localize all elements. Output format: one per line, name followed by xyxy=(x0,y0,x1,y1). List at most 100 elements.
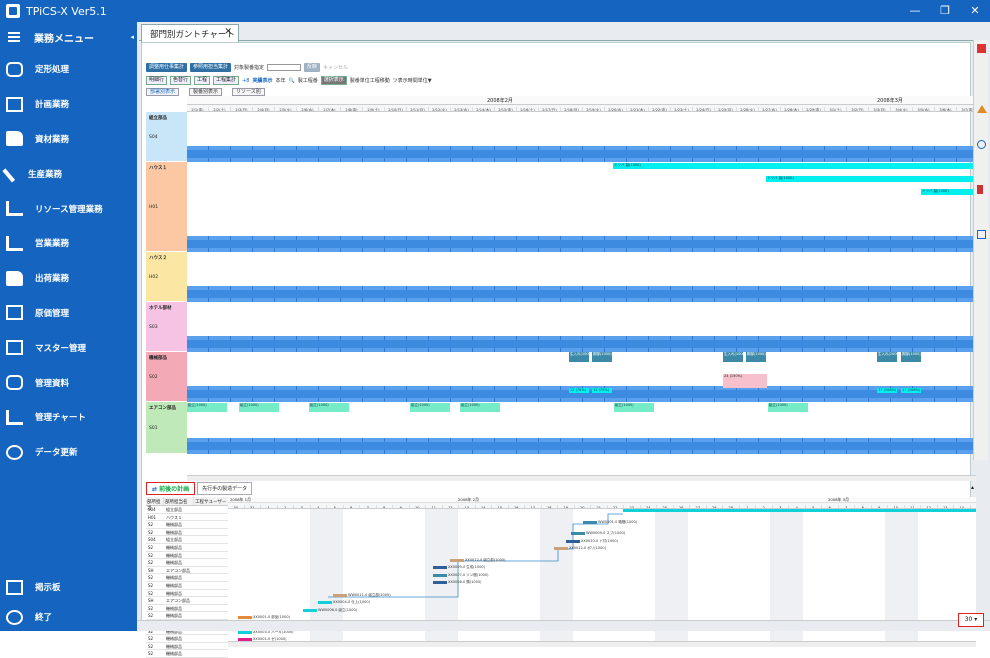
lower-row[interactable]: S2 機械部品 xyxy=(146,605,228,613)
hamburger-icon[interactable] xyxy=(8,32,20,42)
gantt-task[interactable]: ミツバ 製(1000) xyxy=(613,163,973,169)
lower-hscroll[interactable] xyxy=(228,641,976,647)
gantt-task[interactable]: 組立(1000) xyxy=(239,403,279,412)
search-icon[interactable] xyxy=(977,140,986,149)
lower-row[interactable]: S2 機械部品 xyxy=(146,529,228,537)
pin-icon[interactable] xyxy=(977,44,986,53)
sidebar-collapse-icon[interactable]: ◂ xyxy=(130,33,134,41)
plan-task-bar[interactable] xyxy=(303,609,317,612)
plan-task-bar[interactable] xyxy=(238,616,252,619)
sidebar-item[interactable]: マスター管理 xyxy=(0,330,137,365)
gantt-task[interactable]: 組立(1000) xyxy=(614,403,654,412)
zoom-icon[interactable]: 🔍 xyxy=(288,78,294,84)
sidebar-item[interactable]: 生産業務 xyxy=(0,156,137,191)
selection-display-button[interactable]: 選択表示 xyxy=(320,76,347,85)
move-process-button[interactable]: 製番単位工程移動 xyxy=(350,77,390,84)
subtab-serial[interactable]: 製番別表示 xyxy=(189,88,223,96)
gantt-task[interactable]: 脚部(1000) xyxy=(746,352,766,362)
gantt-task[interactable]: 組立(1000) xyxy=(768,403,808,412)
gantt-task[interactable]: ミツバ 製(1000) xyxy=(766,176,976,182)
sidebar-item[interactable]: 管理資料 xyxy=(0,365,137,400)
plan-task-bar[interactable] xyxy=(433,566,447,569)
gantt-task[interactable]: 脚部(1000) xyxy=(901,352,921,362)
warning-icon[interactable] xyxy=(977,105,987,113)
flag-icon[interactable] xyxy=(977,185,983,194)
sidebar-item-board[interactable]: 掲示板 xyxy=(0,572,137,602)
sidebar-item[interactable]: 計画業務 xyxy=(0,87,137,122)
plan-task-bar[interactable] xyxy=(450,559,464,562)
lower-row[interactable]: S2 機械部品 xyxy=(146,612,228,620)
sidebar-item[interactable]: リソース管理業務 xyxy=(0,191,137,226)
gantt-task[interactable]: 17 (106%) xyxy=(877,388,897,393)
lower-row[interactable]: S2 機械部品 xyxy=(146,635,228,643)
sidebar-item[interactable]: 原価管理 xyxy=(0,296,137,331)
plan-task-bar[interactable] xyxy=(433,581,447,584)
lower-row[interactable]: S2 機械部品 xyxy=(146,650,228,658)
gantt-task[interactable]: 24 (150%) xyxy=(723,374,767,388)
sidebar-item[interactable]: 出荷業務 xyxy=(0,261,137,296)
subtab-resource[interactable]: リソース別 xyxy=(232,88,265,96)
gantt-task[interactable]: 17 (106%) xyxy=(901,388,921,393)
gantt-task[interactable]: 12 (75%) xyxy=(569,388,589,393)
gantt-task[interactable]: 生入れ(1000) xyxy=(569,352,589,362)
sidebar-item-exit[interactable]: 終了 xyxy=(0,602,137,632)
lower-row[interactable]: SH エアコン部品 xyxy=(146,567,228,575)
gantt-task[interactable]: 12 (75%) xyxy=(592,388,612,393)
color-row-button[interactable]: 色替行 xyxy=(170,76,192,85)
detail-row-button[interactable]: 明細行 xyxy=(146,76,168,85)
tab-predecessor-data[interactable]: 先行手の製造データ xyxy=(197,481,253,495)
time-unit-dropdown[interactable]: ツ表示時間単位▼ xyxy=(393,77,432,84)
gantt-task[interactable]: 組立(1000) xyxy=(187,403,227,412)
maximize-button[interactable]: ❐ xyxy=(930,0,960,22)
sidebar-item[interactable]: 営業業務 xyxy=(0,226,137,261)
target-input[interactable] xyxy=(267,64,302,71)
zoom-select[interactable]: 30 ▾ xyxy=(958,613,984,627)
lower-row[interactable]: S2 機械部品 xyxy=(146,552,228,560)
tab-close-icon[interactable]: ✕ xyxy=(224,27,232,37)
lower-row[interactable]: SH エアコン部品 xyxy=(146,597,228,605)
gantt-task[interactable]: 生入れ(1000) xyxy=(877,352,897,362)
process-button[interactable]: 工程 xyxy=(194,76,211,85)
sidebar-item[interactable]: データ更新 xyxy=(0,435,137,470)
plan-task-bar[interactable] xyxy=(571,532,585,535)
gantt-task[interactable]: 生入れ(1000) xyxy=(723,352,743,362)
lower-row[interactable]: S2 機械部品 xyxy=(146,544,228,552)
process-summary-button[interactable]: 工程集計 xyxy=(213,76,240,85)
close-window-button[interactable]: ✕ xyxy=(960,0,990,22)
gantt-task[interactable]: 組立(1000) xyxy=(460,403,500,412)
gantt-task[interactable]: 脚部(1000) xyxy=(592,352,612,362)
plan-task-bar[interactable] xyxy=(318,601,332,604)
lower-row[interactable]: S2 機械部品 xyxy=(146,590,228,598)
plan-task-bar[interactable] xyxy=(566,540,580,543)
subtab-department[interactable]: 部署別表示 xyxy=(146,88,180,96)
tab-gantt[interactable]: 部門別ガントチャート ✕ xyxy=(141,24,239,42)
lower-row[interactable]: S04 組立部品 xyxy=(146,536,228,544)
gantt-task[interactable]: 組立(1000) xyxy=(410,403,450,412)
serial-process-button[interactable]: 製工程番 xyxy=(298,77,318,84)
tab-before-after-plan[interactable]: ⇄ 前後の計画 xyxy=(146,481,196,495)
sidebar-item[interactable]: 管理チャート xyxy=(0,400,137,435)
apply-button[interactable]: 反映 xyxy=(304,63,321,72)
plan-task-bar[interactable] xyxy=(583,521,597,524)
gantt-task[interactable]: 組立(1000) xyxy=(309,403,349,412)
lower-row[interactable]: S2 機械部品 xyxy=(146,521,228,529)
sidebar-item[interactable]: 定形処理 xyxy=(0,52,137,87)
lower-row[interactable]: S04 組立部品 xyxy=(146,506,228,514)
lower-row[interactable]: H01 ハウス１ xyxy=(146,514,228,522)
plan-task-bar[interactable] xyxy=(554,547,568,550)
person-summary-button[interactable]: 参照用担当集計 xyxy=(190,63,232,72)
actual-display-button[interactable]: 実績表示 xyxy=(252,77,272,84)
edit-icon[interactable] xyxy=(977,230,986,239)
lower-row[interactable]: S2 機械部品 xyxy=(146,582,228,590)
gantt-task[interactable]: ミツバ 製(1000) xyxy=(921,189,976,195)
lower-collapse-icon[interactable]: ▴ xyxy=(971,484,974,491)
lower-row[interactable]: S2 機械部品 xyxy=(146,559,228,567)
minimize-button[interactable]: — xyxy=(900,0,930,22)
lower-row[interactable]: S2 機械部品 xyxy=(146,643,228,651)
sidebar-item[interactable]: 資材業務 xyxy=(0,122,137,157)
plan-task-bar[interactable] xyxy=(433,574,447,577)
cancel-button[interactable]: キャンセル xyxy=(323,64,348,71)
work-summary-button[interactable]: 調整用仕事集計 xyxy=(146,63,188,72)
lower-row[interactable]: S2 機械部品 xyxy=(146,574,228,582)
plan-task-bar[interactable] xyxy=(333,594,347,597)
